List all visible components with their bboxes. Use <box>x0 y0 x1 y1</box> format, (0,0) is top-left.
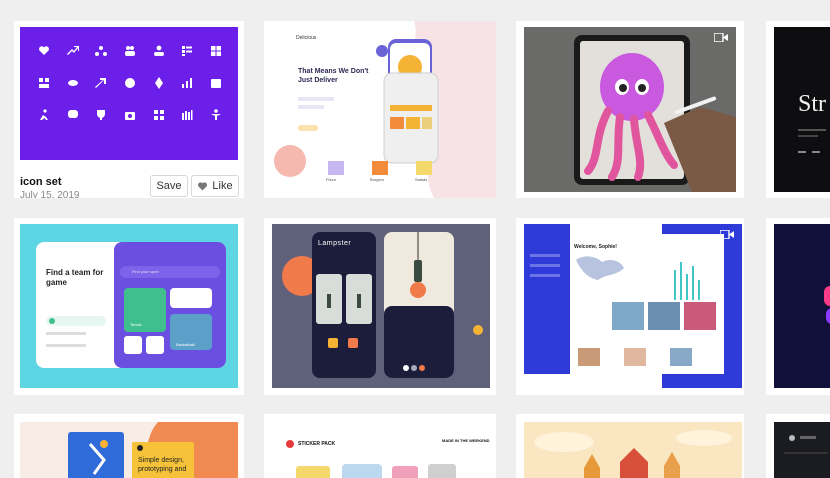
category-label: Burgers <box>370 177 385 182</box>
sunset-city-illustration <box>534 430 732 478</box>
shot-card: Lampster <box>264 218 496 395</box>
icon-set-grid <box>30 45 230 121</box>
app-brand: Lampster <box>318 240 352 247</box>
shot-meta: icon set July 15, 2019 <box>20 176 80 198</box>
shot-thumbnail[interactable] <box>774 422 830 478</box>
sport-label: Basketball <box>176 342 195 347</box>
video-icon <box>720 230 734 239</box>
sticker-header: STICKER PACK <box>298 441 336 447</box>
like-button[interactable]: Like <box>191 175 239 197</box>
chat-icon <box>67 109 79 121</box>
shot-thumbnail[interactable] <box>524 422 742 478</box>
trophy-icon <box>95 109 107 121</box>
sports-app-mockup <box>36 242 226 368</box>
shot-card <box>516 21 744 198</box>
shot-thumbnail[interactable] <box>774 224 830 388</box>
chart-icon <box>181 77 193 89</box>
bars-icon <box>181 109 193 121</box>
shot-thumbnail[interactable] <box>524 27 736 192</box>
lamp-store-app-mockup <box>282 232 483 378</box>
dark-editorial-decoration <box>798 129 826 153</box>
shot-card: Simple design, prototyping and <box>14 414 244 478</box>
sticker-tagline: MADE IN THE WEEKEND <box>442 438 490 443</box>
save-button[interactable]: Save <box>150 175 188 197</box>
sport-label: Tennis <box>130 322 142 327</box>
camera-icon <box>124 109 136 121</box>
landing-headline: That Means We Don't Just Deliver <box>298 68 369 84</box>
shot-card: icon set July 15, 2019 Save Like <box>14 21 244 198</box>
shot-card: Find a team for game Find your sport Ten… <box>14 218 244 395</box>
shot-card: Delicious That Means We Don't Just Deliv… <box>264 21 496 198</box>
sport-search-placeholder: Find your sport <box>132 269 159 274</box>
shot-thumbnail[interactable] <box>20 27 238 160</box>
shot-title[interactable]: icon set <box>20 176 80 188</box>
network-icon <box>95 45 108 57</box>
abstract-gradient-shapes <box>824 286 830 324</box>
shot-thumbnail[interactable]: Str <box>774 27 830 192</box>
grid-icon <box>38 77 50 89</box>
team-icon <box>153 45 165 57</box>
shot-thumbnail[interactable]: Simple design, prototyping and <box>20 422 238 478</box>
save-label: Save <box>156 180 182 192</box>
calendar-icon <box>210 77 222 89</box>
dark-dashboard-preview <box>784 435 828 454</box>
shot-thumbnail[interactable]: Find a team for game Find your sport Ten… <box>20 224 238 388</box>
shot-card: Welcome, Sophie! <box>516 218 744 395</box>
like-label: Like <box>212 180 233 192</box>
apps-icon <box>153 109 165 121</box>
shot-thumbnail[interactable]: Lampster <box>272 224 490 388</box>
rocket-icon <box>153 77 165 89</box>
heart-hand-icon <box>38 45 50 57</box>
shot-thumbnail[interactable]: Welcome, Sophie! <box>524 224 742 388</box>
growth-arrow-icon <box>66 45 79 57</box>
shot-card: STICKER PACK MADE IN THE WEEKEND <box>264 414 496 478</box>
shots-grid: icon set July 15, 2019 Save Like Delicio… <box>0 0 830 478</box>
food-delivery-landing-illustration <box>274 21 496 198</box>
target-icon <box>124 77 136 89</box>
category-label: Pizza <box>326 177 336 182</box>
category-label: Salads <box>415 177 428 182</box>
heart-icon <box>198 182 208 191</box>
travel-dashboard-mockup <box>524 224 742 388</box>
shot-thumbnail[interactable]: Delicious That Means We Don't Just Deliv… <box>264 21 496 198</box>
shot-card: Str <box>766 21 830 198</box>
run-icon <box>38 109 50 121</box>
sticker-pack-preview <box>286 440 456 478</box>
app-headline: Find a team for game <box>46 268 104 287</box>
person-icon <box>210 109 222 121</box>
arrow-up-icon <box>95 77 107 89</box>
octopus-tablet-illustration <box>574 35 736 192</box>
shot-card <box>766 414 830 478</box>
puzzle-icon <box>210 45 222 57</box>
video-icon <box>714 33 728 42</box>
shot-thumbnail[interactable]: STICKER PACK MADE IN THE WEEKEND <box>272 422 490 478</box>
list-icon <box>181 45 193 57</box>
people-icon <box>124 45 136 57</box>
shot-card <box>516 414 744 478</box>
shot-date: July 15, 2019 <box>20 190 80 198</box>
coins-icon <box>67 77 79 89</box>
dashboard-greeting: Welcome, Sophie! <box>574 244 617 250</box>
shot-card <box>766 218 830 395</box>
brand-name: Delicious <box>296 35 317 41</box>
card-headline: Simple design, prototyping and <box>138 457 187 473</box>
design-process-illustration <box>68 422 238 478</box>
